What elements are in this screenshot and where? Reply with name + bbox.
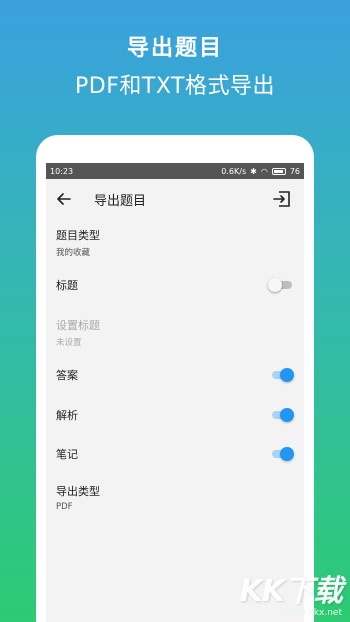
notes-label: 笔记 [56, 448, 78, 461]
answer-label: 答案 [56, 369, 78, 382]
wifi-icon: ◠ [260, 166, 268, 176]
title-toggle[interactable] [268, 277, 294, 293]
answer-row[interactable]: 答案 [56, 367, 294, 383]
question-type-row[interactable]: 题目类型 我的收藏 [56, 227, 294, 258]
watermark-text: KK下载 [239, 574, 343, 609]
bluetooth-icon: ✱ [250, 166, 257, 176]
status-icons: 0.6K/s ✱ ◠ 76 [221, 167, 300, 176]
app-bar: 导出题目 [46, 179, 304, 219]
title-label: 标题 [56, 279, 78, 292]
toggle-thumb [280, 408, 294, 422]
settings-screen: 导出题目 题目类型 我的收藏 标题 设置标题 未设置 答案 解析 笔记 导出类型… [46, 179, 304, 622]
battery-level: 76 [289, 166, 300, 176]
export-type-value: PDF [56, 502, 73, 512]
watermark-logo: KK下载 www.kkx.net [239, 574, 343, 619]
analysis-toggle[interactable] [272, 407, 294, 423]
title-row[interactable]: 标题 [56, 277, 294, 293]
status-time: 10:23 [50, 166, 74, 176]
export-type-label: 导出类型 [56, 485, 100, 498]
toggle-thumb [280, 447, 294, 461]
export-icon[interactable] [272, 189, 292, 209]
answer-toggle[interactable] [272, 367, 294, 383]
page-title: 导出题目 [94, 193, 147, 209]
export-type-row[interactable]: 导出类型 PDF [56, 483, 294, 512]
notes-toggle[interactable] [272, 446, 294, 462]
promo-title: 导出题目 [126, 36, 223, 61]
status-bar: 10:23 0.6K/s ✱ ◠ 76 [46, 163, 304, 179]
question-type-label: 题目类型 [56, 229, 100, 242]
analysis-label: 解析 [56, 409, 78, 422]
toggle-thumb [280, 368, 294, 382]
set-title-value: 未设置 [56, 338, 82, 348]
question-type-value: 我的收藏 [56, 248, 91, 258]
set-title-label: 设置标题 [56, 319, 100, 332]
notes-row[interactable]: 笔记 [56, 446, 294, 462]
back-arrow-icon[interactable] [54, 189, 74, 209]
toggle-thumb [268, 278, 282, 292]
set-title-row: 设置标题 未设置 [56, 317, 294, 348]
phone-frame: 10:23 0.6K/s ✱ ◠ 76 导出题目 题目类型 我的收藏 标题 设置… [36, 135, 314, 622]
analysis-row[interactable]: 解析 [56, 407, 294, 423]
promo-subtitle: PDF和TXT格式导出 [75, 74, 275, 99]
watermark-url: www.kkx.net [284, 608, 343, 618]
battery-icon [271, 167, 286, 175]
network-speed: 0.6K/s [221, 166, 247, 176]
